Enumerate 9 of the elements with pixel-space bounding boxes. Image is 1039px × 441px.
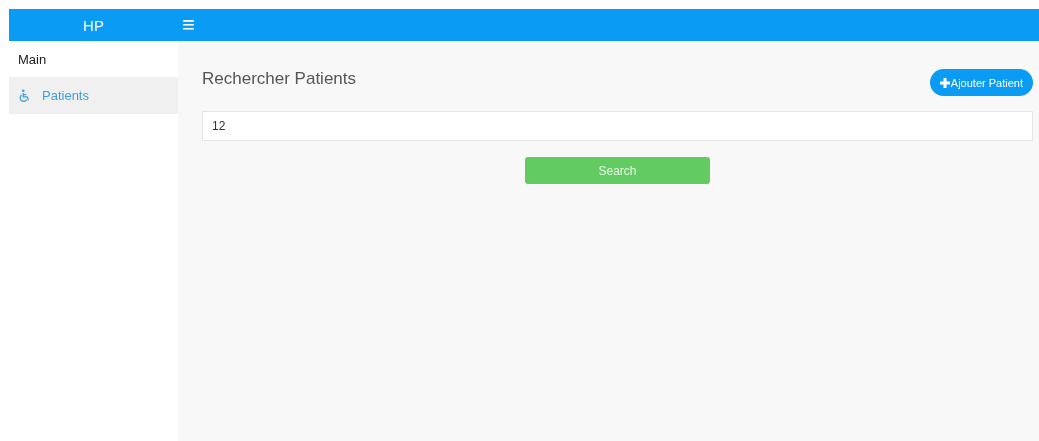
search-field[interactable]: 12 <box>202 111 1033 141</box>
plus-icon <box>939 77 950 88</box>
brand-title: HP <box>82 16 105 34</box>
search-button[interactable]: Search <box>525 157 710 184</box>
wheelchair-icon <box>18 88 32 103</box>
sidebar-item[interactable]: Patients <box>9 77 178 114</box>
add-patient-button[interactable]: Ajouter Patient <box>929 69 1033 96</box>
sidebar-heading: Main <box>17 50 48 69</box>
page-title: Rechercher Patients <box>202 68 357 89</box>
